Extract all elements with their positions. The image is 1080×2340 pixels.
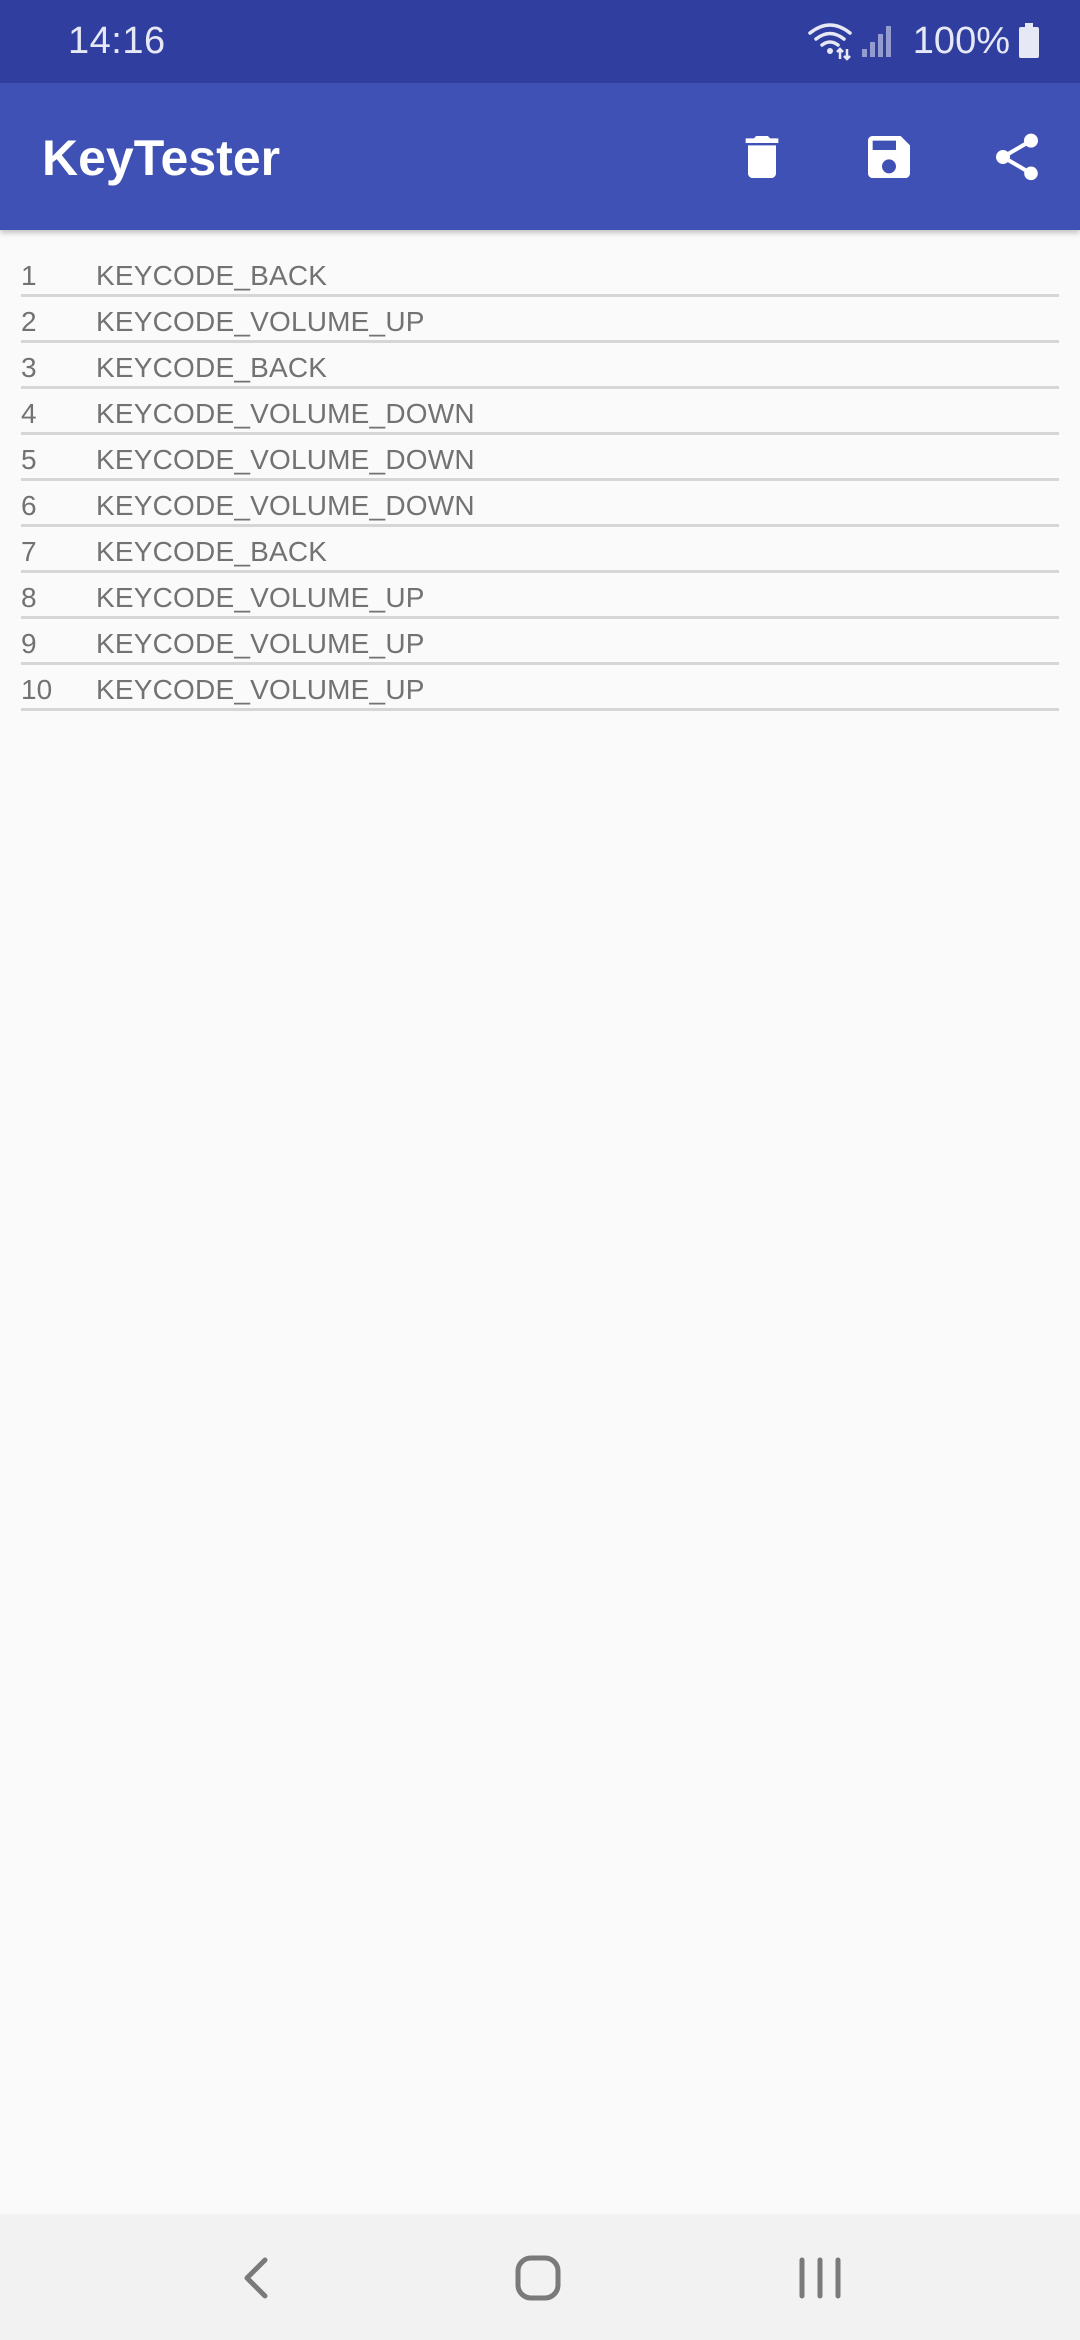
key-event-index: 8 <box>21 582 37 613</box>
key-event-index: 6 <box>21 490 37 521</box>
recents-icon <box>799 2257 841 2299</box>
key-event-row: 3 KEYCODE_BACK <box>21 343 1059 389</box>
key-event-keycode: KEYCODE_VOLUME_UP <box>96 582 425 613</box>
battery-percentage: 100% <box>912 20 1010 62</box>
key-event-keycode: KEYCODE_VOLUME_UP <box>96 306 425 337</box>
share-icon <box>996 133 1038 181</box>
floppy-disk-icon <box>868 136 910 178</box>
key-event-keycode: KEYCODE_BACK <box>96 536 328 567</box>
status-time: 14:16 <box>68 20 166 62</box>
delete-button[interactable] <box>726 121 798 193</box>
key-event-index: 1 <box>21 260 37 291</box>
home-icon <box>515 2255 561 2301</box>
key-event-index: 2 <box>21 306 37 337</box>
key-event-row: 5 KEYCODE_VOLUME_DOWN <box>21 435 1059 481</box>
back-icon <box>244 2257 268 2299</box>
navigation-bar <box>0 2214 1080 2340</box>
key-event-keycode: KEYCODE_BACK <box>96 352 328 383</box>
share-button[interactable] <box>981 121 1053 193</box>
key-event-index: 10 <box>21 674 53 705</box>
recents-button[interactable] <box>780 2238 860 2318</box>
app-title: KeyTester <box>42 130 281 186</box>
key-event-index: 7 <box>21 536 37 567</box>
wifi-icon <box>808 23 852 61</box>
key-event-keycode: KEYCODE_BACK <box>96 260 328 291</box>
status-bar: 14:16 100% <box>0 0 1080 83</box>
key-event-row: 4 KEYCODE_VOLUME_DOWN <box>21 389 1059 435</box>
key-event-row: 8 KEYCODE_VOLUME_UP <box>21 573 1059 619</box>
key-event-index: 5 <box>21 444 37 475</box>
back-button[interactable] <box>217 2238 297 2318</box>
save-button[interactable] <box>853 121 925 193</box>
key-event-index: 4 <box>21 398 37 429</box>
battery-icon <box>1019 23 1039 58</box>
key-event-row: 10 KEYCODE_VOLUME_UP <box>21 665 1059 711</box>
key-event-keycode: KEYCODE_VOLUME_DOWN <box>96 490 475 521</box>
key-event-row: 9 KEYCODE_VOLUME_UP <box>21 619 1059 665</box>
trash-icon <box>745 136 779 178</box>
key-event-keycode: KEYCODE_VOLUME_UP <box>96 628 425 659</box>
key-event-list: 1 KEYCODE_BACK 2 KEYCODE_VOLUME_UP 3 KEYCODE_… <box>21 251 1059 711</box>
status-icons: 100% <box>807 16 1040 66</box>
key-event-keycode: KEYCODE_VOLUME_UP <box>96 674 425 705</box>
key-event-row: 7 KEYCODE_BACK <box>21 527 1059 573</box>
key-event-index: 9 <box>21 628 37 659</box>
key-event-row: 2 KEYCODE_VOLUME_UP <box>21 297 1059 343</box>
key-event-row: 1 KEYCODE_BACK <box>21 251 1059 297</box>
signal-icon <box>861 26 891 57</box>
app-bar: KeyTester <box>0 83 1080 230</box>
home-button[interactable] <box>498 2238 578 2318</box>
key-event-row: 6 KEYCODE_VOLUME_DOWN <box>21 481 1059 527</box>
key-event-keycode: KEYCODE_VOLUME_DOWN <box>96 398 475 429</box>
key-event-keycode: KEYCODE_VOLUME_DOWN <box>96 444 475 475</box>
key-event-index: 3 <box>21 352 37 383</box>
